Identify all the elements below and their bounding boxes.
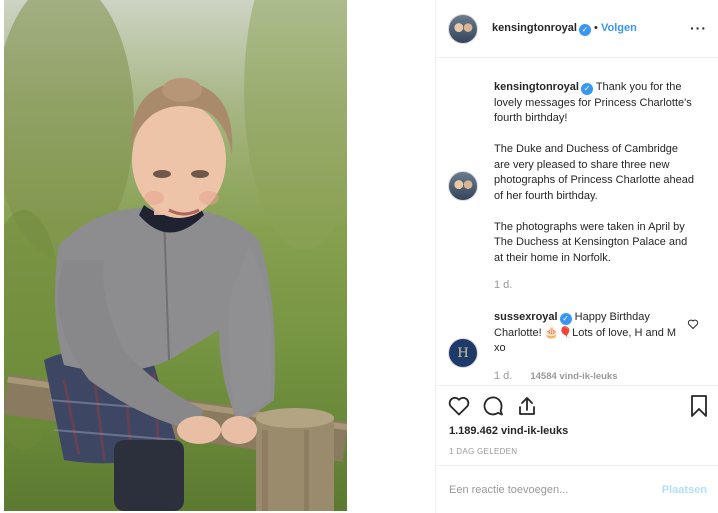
comment-time[interactable]: 1 d. (494, 370, 512, 382)
post-date[interactable]: 1 DAG GELEDEN (449, 447, 517, 456)
verified-icon: ✓ (578, 24, 591, 36)
comment-like-icon[interactable] (687, 318, 699, 330)
bookmark-icon[interactable] (688, 394, 710, 418)
post-sidebar: kensingtonroyal ✓ • Volgen ··· kensington… (435, 0, 718, 513)
photo-illustration (4, 0, 347, 511)
heart-icon[interactable] (447, 394, 471, 418)
author-line: kensingtonroyal ✓ • Volgen (492, 22, 637, 36)
share-icon[interactable] (515, 394, 539, 418)
avatar-monogram: H (457, 345, 469, 361)
more-icon[interactable]: ··· (690, 20, 707, 36)
caption-first: kensingtonroyal ✓ Thank you for the lovel… (494, 80, 694, 127)
caption: kensingtonroyal ✓ Thank you for the lovel… (494, 80, 694, 282)
caption-avatar[interactable] (448, 171, 478, 201)
author-avatar[interactable] (448, 14, 478, 44)
caption-paragraph-2: The Duke and Duchess of Cambridge are ve… (494, 143, 694, 202)
caption-paragraph-3: The photographs were taken in April by T… (494, 220, 688, 264)
comment-item: sussexroyal ✓ Happy Birthday Charlotte! 🎂… (494, 310, 679, 357)
add-comment-bar: Plaatsen (436, 465, 718, 513)
comment-username[interactable]: sussexroyal (494, 311, 558, 323)
commenter-avatar[interactable]: H (448, 338, 478, 368)
comment-meta: 1 d. 14584 vind-ik-leuks (494, 370, 618, 382)
like-count[interactable]: 1.189.462 vind-ik-leuks (449, 425, 568, 437)
comment-icon[interactable] (481, 394, 505, 418)
post-photo[interactable] (4, 0, 347, 511)
comments-section[interactable]: kensingtonroyal ✓ Thank you for the lovel… (436, 58, 718, 385)
comment-likes[interactable]: 14584 vind-ik-leuks (530, 371, 617, 382)
caption-username[interactable]: kensingtonroyal (494, 81, 579, 93)
comment-input[interactable] (449, 480, 649, 500)
post-comment-button[interactable]: Plaatsen (662, 484, 707, 496)
verified-icon: ✓ (559, 313, 572, 325)
action-bar: 1.189.462 vind-ik-leuks 1 DAG GELEDEN (436, 385, 718, 465)
caption-time[interactable]: 1 d. (494, 279, 512, 291)
post-header: kensingtonroyal ✓ • Volgen ··· (436, 0, 718, 58)
follow-button[interactable]: Volgen (601, 22, 637, 34)
author-username[interactable]: kensingtonroyal (492, 22, 577, 34)
separator-dot: • (594, 22, 601, 34)
verified-icon: ✓ (580, 83, 593, 95)
